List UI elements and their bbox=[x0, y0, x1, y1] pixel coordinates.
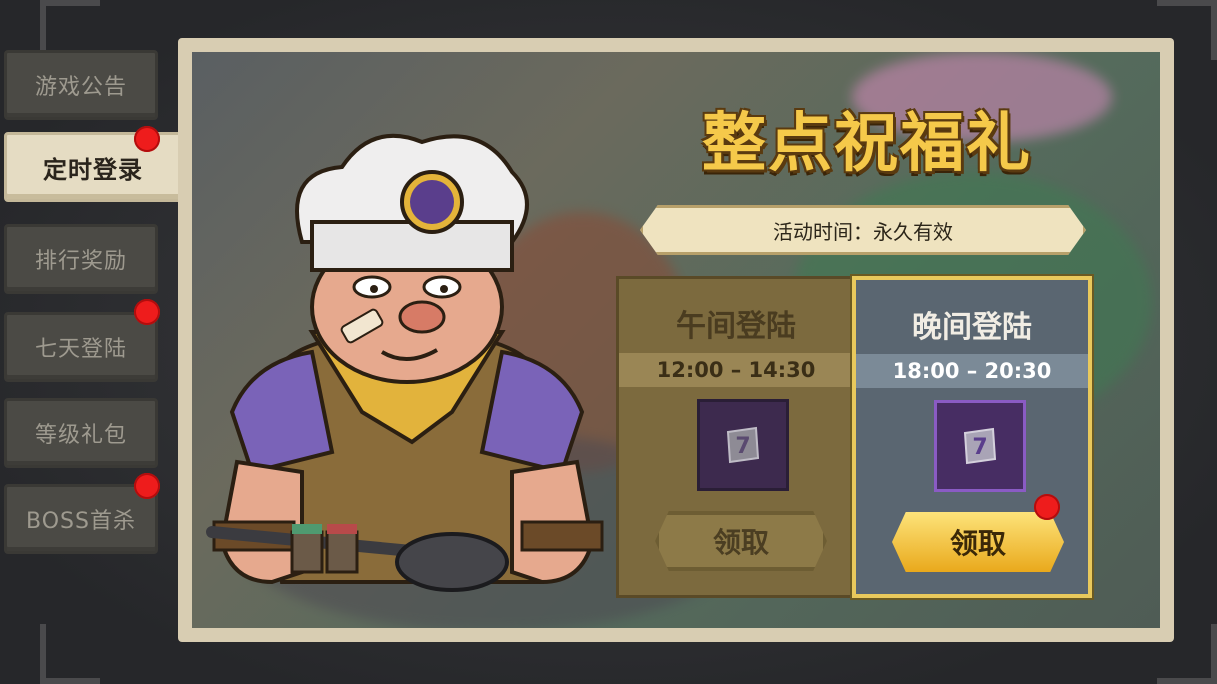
frame-corner bbox=[40, 624, 100, 684]
tab-label: 排行奖励 bbox=[34, 249, 127, 274]
svg-text:7: 7 bbox=[972, 435, 987, 460]
tab-label: 七天登陆 bbox=[34, 337, 127, 362]
main-panel: 整点祝福礼 活动时间：永久有效 午间登陆 12:00 – 14:30 7 领取 … bbox=[192, 52, 1160, 628]
event-time-banner: 活动时间：永久有效 bbox=[640, 205, 1086, 255]
card-title: 晚间登陆 bbox=[912, 310, 1032, 345]
reward-item-slot[interactable]: 7 bbox=[697, 399, 789, 491]
card-time: 18:00 – 20:30 bbox=[856, 354, 1088, 388]
notification-dot bbox=[134, 299, 160, 325]
card-time: 12:00 – 14:30 bbox=[619, 353, 853, 387]
tab-label: BOSS首杀 bbox=[26, 509, 136, 534]
card-title: 午间登陆 bbox=[676, 309, 796, 344]
tab-label: 游戏公告 bbox=[34, 75, 127, 100]
tab-label: 等级礼包 bbox=[34, 423, 127, 448]
evening-login-card: 晚间登陆 18:00 – 20:30 7 领取 bbox=[852, 276, 1092, 598]
event-title: 整点祝福礼 bbox=[702, 107, 1032, 181]
evening-claim-button[interactable]: 领取 bbox=[892, 512, 1064, 572]
tab-label: 定时登录 bbox=[43, 155, 143, 184]
notification-dot bbox=[134, 126, 160, 152]
event-time-text: 活动时间：永久有效 bbox=[773, 219, 953, 244]
notification-dot bbox=[1034, 494, 1060, 520]
tab-level-gift[interactable]: 等级礼包 bbox=[4, 398, 158, 468]
tab-game-announcement[interactable]: 游戏公告 bbox=[4, 50, 158, 120]
scroll-7-icon: 7 bbox=[726, 426, 760, 464]
tab-ranking-rewards[interactable]: 排行奖励 bbox=[4, 224, 158, 294]
noon-claim-button[interactable]: 领取 bbox=[655, 511, 827, 571]
chef-character-illustration bbox=[206, 133, 604, 592]
tab-boss-first-kill[interactable]: BOSS首杀 bbox=[4, 484, 158, 554]
scroll-7-icon: 7 bbox=[963, 427, 997, 465]
notification-dot bbox=[134, 473, 160, 499]
noon-login-card: 午间登陆 12:00 – 14:30 7 领取 bbox=[616, 276, 856, 598]
reward-item-slot[interactable]: 7 bbox=[934, 400, 1026, 492]
svg-text:7: 7 bbox=[735, 434, 750, 459]
tab-seven-day-login[interactable]: 七天登陆 bbox=[4, 312, 158, 382]
